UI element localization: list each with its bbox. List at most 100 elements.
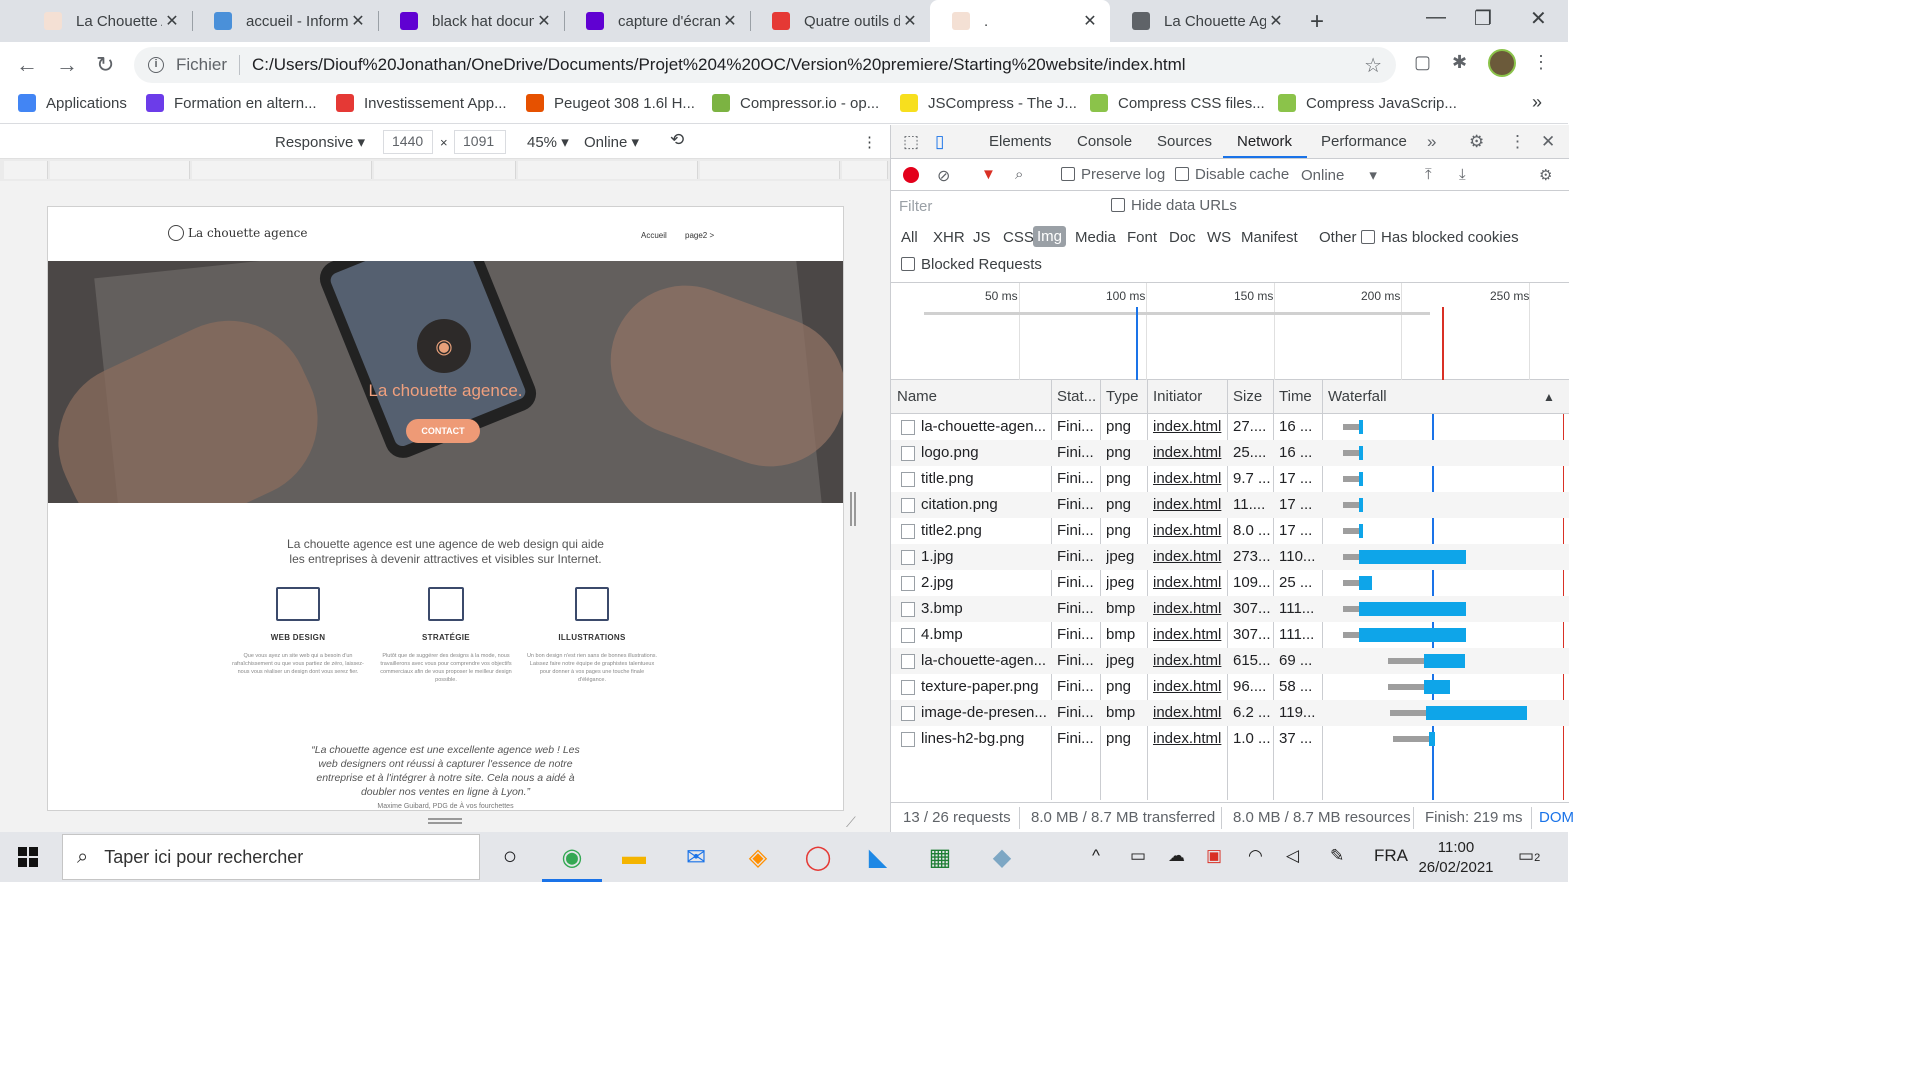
clear-icon[interactable]: ⊘ [937, 166, 950, 186]
table-row[interactable]: image-de-presen... Fini... bmp index.html 6.… [891, 700, 1569, 726]
resize-handle-bottom[interactable] [428, 818, 462, 824]
table-row[interactable]: title2.png Fini... png index.html 8.0 ... 17 … [891, 518, 1569, 544]
type-filter-ws[interactable]: WS [1207, 229, 1231, 246]
filter-funnel-icon[interactable]: ▼ [981, 166, 996, 183]
chrome-icon[interactable]: ◉ [542, 841, 602, 882]
bookmark-star-icon[interactable]: ☆ [1364, 53, 1382, 78]
cell-initiator[interactable]: index.html [1153, 470, 1225, 487]
mail-icon[interactable]: ✉ [680, 841, 712, 873]
type-filter-css[interactable]: CSS [1003, 229, 1034, 246]
cell-initiator[interactable]: index.html [1153, 626, 1225, 643]
wifi-icon[interactable]: ◠ [1248, 846, 1263, 866]
bookmark-item[interactable]: Peugeot 308 1.6l H... [526, 94, 695, 112]
info-icon[interactable]: i [148, 57, 164, 73]
table-row[interactable]: lines-h2-bg.png Fini... png index.html 1.0 .… [891, 726, 1569, 752]
col-size[interactable]: Size [1233, 388, 1262, 405]
tab-close-icon[interactable]: ✕ [348, 11, 368, 31]
back-arrow-icon[interactable]: ← [16, 52, 38, 78]
contact-button[interactable]: CONTACT [406, 419, 480, 443]
windows-start-icon[interactable] [18, 847, 38, 867]
col-type[interactable]: Type [1106, 388, 1139, 405]
browser-tab[interactable]: capture d'écran ✕ [564, 0, 750, 42]
bookmark-item[interactable]: JSCompress - The J... [900, 94, 1077, 112]
browser-tab[interactable]: La Chouette Ag ✕ [1110, 0, 1296, 42]
devtools-menu-icon[interactable]: ⋮ [1509, 132, 1526, 152]
blocked-requests-checkbox[interactable]: Blocked Requests [901, 256, 1042, 273]
cell-initiator[interactable]: index.html [1153, 522, 1225, 539]
throttle-select[interactable]: Online ▾ [584, 133, 639, 151]
table-row[interactable]: logo.png Fini... png index.html 25.... 16 ... [891, 440, 1569, 466]
table-row[interactable]: 1.jpg Fini... jpeg index.html 273... 110... [891, 544, 1569, 570]
tray-chevron-icon[interactable]: ^ [1092, 846, 1100, 866]
bookmark-item[interactable]: Investissement App... [336, 94, 507, 112]
browser-tab[interactable]: Quatre outils de ✕ [750, 0, 930, 42]
clock[interactable]: 11:00 26/02/2021 [1414, 838, 1498, 878]
reload-icon[interactable]: ↻ [96, 52, 114, 78]
table-row[interactable]: la-chouette-agen... Fini... png index.html 2… [891, 414, 1569, 440]
opera-icon[interactable]: ◯ [802, 841, 834, 873]
settings-gear-icon[interactable]: ⚙ [1469, 132, 1484, 152]
type-filter-xhr[interactable]: XHR [933, 229, 965, 246]
has-blocked-cookies-checkbox[interactable]: Has blocked cookies [1361, 229, 1519, 246]
cell-initiator[interactable]: index.html [1153, 496, 1225, 513]
col-waterfall[interactable]: Waterfall [1328, 388, 1387, 405]
type-filter-all[interactable]: All [901, 229, 918, 246]
sort-triangle-icon[interactable]: ▲ [1543, 390, 1555, 404]
site-logo[interactable]: La chouette agence [168, 225, 308, 241]
table-row[interactable]: 4.bmp Fini... bmp index.html 307... 111... [891, 622, 1569, 648]
excel-icon[interactable]: ▦ [924, 841, 956, 873]
nav-accueil[interactable]: Accueil [641, 231, 667, 240]
bookmark-item[interactable]: Compressor.io - op... [712, 94, 879, 112]
table-row[interactable]: la-chouette-agen... Fini... jpeg index.html… [891, 648, 1569, 674]
cell-initiator[interactable]: index.html [1153, 574, 1225, 591]
resize-handle-right[interactable] [850, 492, 856, 526]
tab-close-icon[interactable]: ✕ [534, 11, 554, 31]
url-text[interactable]: C:/Users/Diouf%20Jonathan/OneDrive/Docum… [252, 55, 1186, 75]
type-filter-img[interactable]: Img [1033, 226, 1067, 247]
rotate-icon[interactable]: ⟲ [670, 130, 684, 150]
bookmark-item[interactable]: Applications [18, 94, 127, 112]
table-row[interactable]: title.png Fini... png index.html 9.7 ... 17 .… [891, 466, 1569, 492]
cell-initiator[interactable]: index.html [1153, 600, 1225, 617]
bookmark-item[interactable]: Formation en altern... [146, 94, 317, 112]
tab-sources[interactable]: Sources [1157, 133, 1212, 150]
timeline-overview[interactable]: 50 ms 100 ms 150 ms 200 ms 250 ms [891, 282, 1569, 381]
extension-icon[interactable]: ▢ [1414, 52, 1431, 73]
device-menu-icon[interactable]: ⋮ [862, 133, 877, 151]
cell-initiator[interactable]: index.html [1153, 418, 1225, 435]
nav-page2[interactable]: page2 > [685, 231, 714, 240]
browser-tab[interactable]: La Chouette Agence✕ [22, 0, 192, 42]
cell-initiator[interactable]: index.html [1153, 444, 1225, 461]
type-filter-media[interactable]: Media [1075, 229, 1116, 246]
device-toggle-icon[interactable]: ▯ [935, 132, 944, 152]
preserve-log-checkbox[interactable]: Preserve log [1061, 166, 1165, 183]
minimize-button[interactable]: — [1426, 6, 1446, 29]
col-time[interactable]: Time [1279, 388, 1312, 405]
bookmark-item[interactable]: Compress CSS files... [1090, 94, 1265, 112]
profile-avatar[interactable] [1488, 49, 1516, 77]
new-tab-button[interactable]: + [1310, 8, 1324, 36]
cell-initiator[interactable]: index.html [1153, 678, 1225, 695]
notifications-icon[interactable]: ▭2 [1518, 846, 1540, 866]
puzzle-icon[interactable]: ✱ [1452, 52, 1467, 73]
disable-cache-checkbox[interactable]: Disable cache [1175, 166, 1289, 183]
cortana-icon[interactable]: ○ [494, 841, 526, 873]
tab-performance[interactable]: Performance [1321, 133, 1407, 150]
menu-dots-icon[interactable]: ⋮ [1532, 52, 1550, 73]
more-bookmarks-icon[interactable]: » [1532, 92, 1542, 113]
tray-device-icon[interactable]: ▭ [1130, 846, 1146, 866]
resize-handle-corner[interactable]: ⟋ [846, 814, 856, 831]
more-tabs-icon[interactable]: » [1427, 132, 1436, 152]
browser-tab[interactable]: . ✕ [930, 0, 1110, 42]
network-settings-icon[interactable]: ⚙ [1539, 166, 1552, 184]
type-filter-manifest[interactable]: Manifest [1241, 229, 1298, 246]
zoom-select[interactable]: 45% ▾ [527, 133, 569, 151]
record-icon[interactable] [903, 167, 919, 183]
tab-close-icon[interactable]: ✕ [1266, 11, 1286, 31]
import-har-icon[interactable]: ⤒ [1425, 166, 1432, 183]
brave-icon[interactable]: ◈ [742, 841, 774, 873]
media-query-bar[interactable] [0, 159, 890, 181]
pen-icon[interactable]: ✎ [1330, 846, 1344, 866]
volume-icon[interactable]: ◁ [1286, 846, 1299, 866]
type-filter-font[interactable]: Font [1127, 229, 1157, 246]
